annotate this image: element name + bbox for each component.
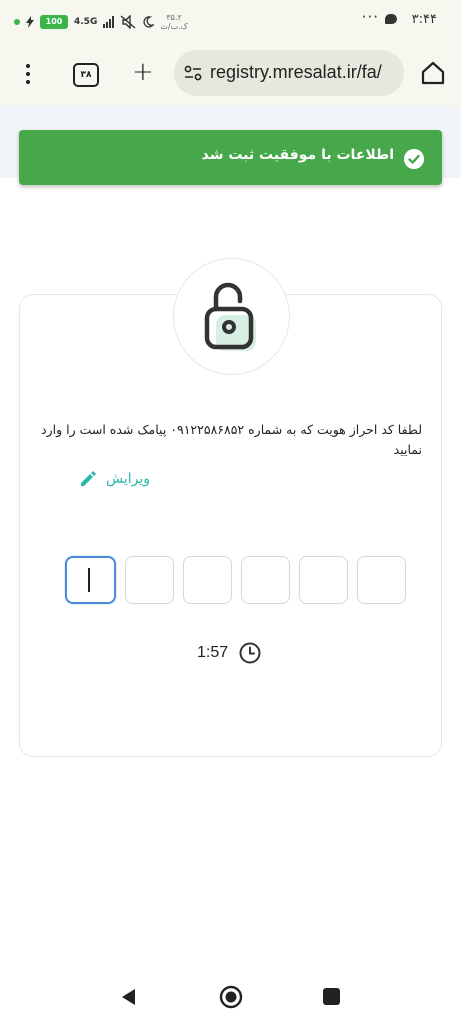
otp-digit-6[interactable] — [357, 556, 406, 604]
toast-message: اطلاعات با موفقیت ثبت شد — [201, 147, 394, 163]
new-tab-button[interactable]: + — [132, 58, 154, 86]
timer-countdown: 1:57 — [197, 644, 229, 661]
check-circle-icon — [404, 149, 424, 169]
tab-switcher-button[interactable]: ۳۸ — [73, 63, 99, 87]
address-bar[interactable]: registry.mresalat.ir/fa/ — [174, 50, 404, 96]
unlock-icon — [204, 282, 256, 351]
lock-badge — [173, 258, 290, 375]
status-indicators: 100 4.5G ۳۵.۲ ک.ب/ث — [14, 12, 188, 32]
resend-timer: 1:57 — [197, 640, 262, 666]
otp-digit-3[interactable] — [183, 556, 232, 604]
browser-toolbar: ۳۸ + registry.mresalat.ir/fa/ — [0, 44, 461, 106]
notification-dot-icon — [14, 19, 20, 25]
home-icon[interactable] — [420, 60, 446, 86]
success-toast: اطلاعات با موفقیت ثبت شد — [19, 130, 442, 185]
status-bar: 100 4.5G ۳۵.۲ ک.ب/ث ··· ۳:۴۴ — [0, 0, 461, 44]
pencil-icon[interactable] — [78, 469, 98, 489]
moon-icon — [143, 16, 155, 28]
clock-time: ۳:۴۴ — [411, 12, 437, 27]
edit-phone-link[interactable]: ویرایش — [78, 468, 150, 490]
url-text[interactable]: registry.mresalat.ir/fa/ — [210, 62, 382, 83]
recent-apps-icon[interactable] — [323, 988, 340, 1005]
back-icon[interactable] — [120, 988, 138, 1006]
clock-icon — [239, 642, 261, 664]
signal-icon — [103, 16, 115, 28]
system-navigation-bar — [0, 966, 461, 1024]
otp-input-group — [65, 556, 406, 604]
edit-label[interactable]: ویرایش — [106, 471, 150, 487]
mute-icon — [120, 15, 136, 29]
otp-digit-2[interactable] — [125, 556, 174, 604]
home-nav-icon[interactable] — [219, 985, 243, 1009]
data-speed: ۳۵.۲ ک.ب/ث — [160, 13, 188, 31]
more-notifications-icon: ··· — [361, 8, 379, 26]
charging-icon — [26, 16, 34, 28]
chat-icon — [385, 14, 397, 24]
menu-icon[interactable] — [18, 62, 38, 88]
network-type: 4.5G — [74, 16, 98, 27]
site-settings-icon[interactable] — [184, 65, 202, 81]
verification-instruction: لطفا کد احراز هویت که به شماره ۰۹۱۲۲۵۸۶۸… — [41, 422, 422, 457]
battery-icon: 100 — [40, 15, 68, 29]
otp-digit-4[interactable] — [241, 556, 290, 604]
otp-digit-1[interactable] — [65, 556, 116, 604]
otp-digit-5[interactable] — [299, 556, 348, 604]
